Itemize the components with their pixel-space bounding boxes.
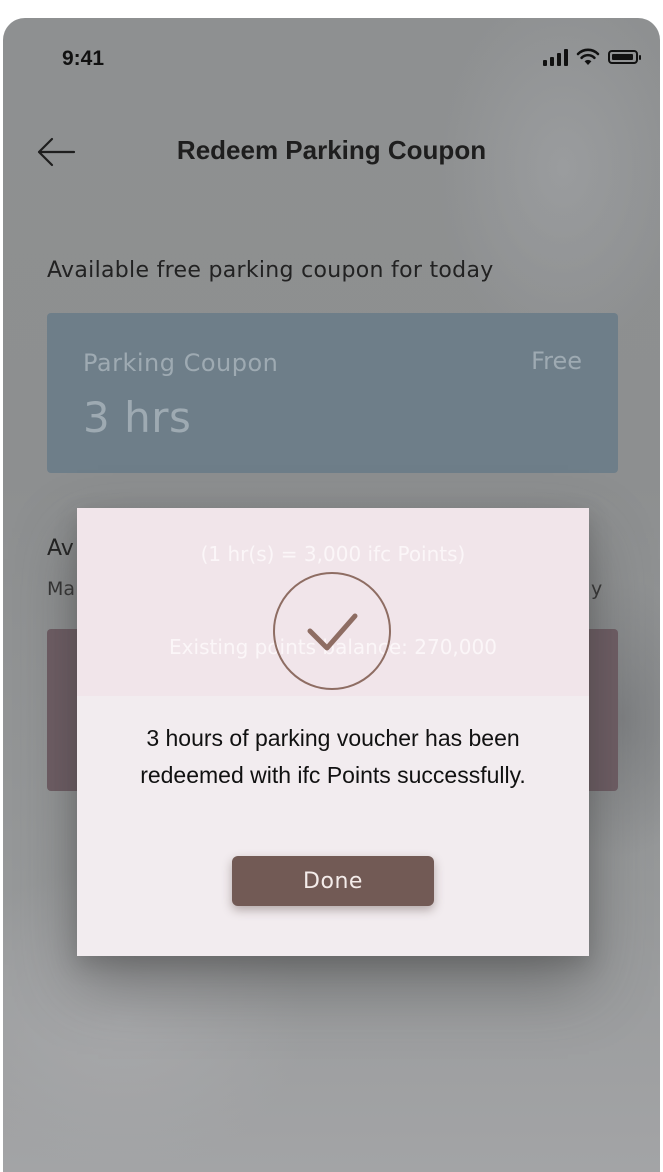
free-parking-coupon-card[interactable]: Parking Coupon 3 hrs Free xyxy=(47,313,618,473)
paid-coupon-section-label: Av xyxy=(47,536,74,561)
coupon-hours: 3 hrs xyxy=(83,393,192,442)
success-message: 3 hours of parking voucher has been rede… xyxy=(140,725,526,788)
free-coupon-section-label: Available free parking coupon for today xyxy=(47,258,494,283)
wifi-icon xyxy=(576,48,600,65)
status-icons xyxy=(543,48,641,66)
status-time: 9:41 xyxy=(62,47,105,70)
battery-icon xyxy=(608,50,641,64)
points-rate-text: (1 hr(s) = 3,000 ifc Points) xyxy=(200,542,466,566)
done-button[interactable]: Done xyxy=(232,856,434,906)
coupon-price: Free xyxy=(531,347,582,375)
check-circle-icon xyxy=(273,572,391,690)
signal-icon xyxy=(543,48,568,66)
paid-coupon-section-subtitle: Ma xyxy=(47,578,76,600)
page-title: Redeem Parking Coupon xyxy=(176,135,487,165)
coupon-name: Parking Coupon xyxy=(83,349,279,377)
phone-screen: 9:41 Redeem Parking Coupon Available fre… xyxy=(3,18,660,1172)
paid-coupon-section-subtitle-end: y xyxy=(591,578,603,600)
success-dialog: (1 hr(s) = 3,000 ifc Points) Existing po… xyxy=(77,508,589,956)
